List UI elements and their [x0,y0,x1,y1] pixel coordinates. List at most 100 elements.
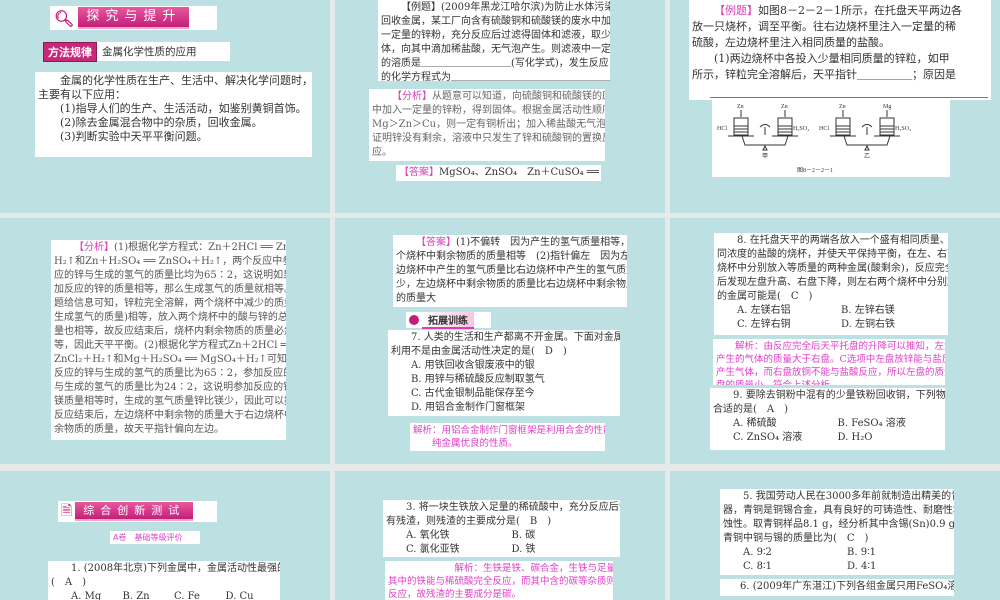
text-line: 解析：用铝合金制作门窗框架是利用合金的性能比 [413,425,605,436]
text-line: 解析：由反应完全后天平托盘的升降可以推知，左盘 [735,341,945,352]
question-9: 9. 要除去铜粉中混有的少量铁粉回收铜，下列物质合适的是( A ) A. 稀硫酸… [710,388,945,450]
text-line: 生成氢气的质量)相等，放入两个烧杯中的酸与锌的总质 [54,312,286,323]
section-banner: 🔍︎ 探究与提升 [50,6,217,30]
analysis-label: 【分析】 [74,242,114,253]
answer-option: B. 左锌右镁 [841,305,895,316]
text-line: B. 用锌与稀硫酸反应制取氢气 [411,374,545,385]
text-line: 合适的是( A ) [713,404,789,415]
text-line: 9. 要除去铜粉中混有的少量铁粉回收铜，下列物质 [733,390,945,401]
text-line: 有残渣，则残渣的主要成分是( B ) [386,516,552,527]
text-line: 反应结束后，左边烧杯中剩余物的质量大于右边烧杯中剩 [54,410,286,421]
answer-lines: 个烧杯中剩余物质的质量相等 (2)指针偏左 因为左 边烧杯中产生的氢气质量比右边烧… [396,250,627,306]
slide-1[interactable]: 🔍︎ 探究与提升 方法规律 金属化学性质的应用 金属的化学性质在生产、生活中、解… [0,0,330,213]
analysis-box: 【分析】(1)根据化学方程式：Zn＋2HCl ══ ZnCl₂＋ H₂↑和Zn＋… [51,240,286,440]
balance-label: 乙 [864,153,870,160]
slide-4[interactable]: 【分析】(1)根据化学方程式：Zn＋2HCl ══ ZnCl₂＋ H₂↑和Zn＋… [0,218,330,464]
text-line: 烧杯中分别放入等质量的两种金属(酸剩余)，反应完全 [717,263,948,274]
text-line: 3. 将一块生铁放入足量的稀硫酸中，充分反应后留 [406,502,620,513]
text-line: (2)除去金属混合物中的杂质，回收金属。 [60,116,263,129]
text-line: 体，向其中滴加稀盐酸，无气泡产生。则滤液中一定含有 [381,44,610,55]
slide-3[interactable]: 【例题】如图8－2－2－1所示，在托盘天平两边各 放一只烧杯，调至平衡。往右边烧… [670,0,1000,213]
method-tag-row: 方法规律 金属化学性质的应用 [43,41,230,62]
answer-option: A. 稀硫酸 [733,418,777,429]
text-line: 主要有以下应用： [38,88,126,101]
text-line: 的金属可能是( C ) [717,291,813,302]
answer-label: 【答案】 [416,237,456,248]
text-line: 蚀性。取青铜样品8.1 g，经分析其中含锡(Sn)0.9 g，此 [723,519,954,530]
answer-option: D. 铁 [511,544,536,555]
text-line: 同浓度的盐酸的烧杯，并使天平保持平衡，在左、右两个 [717,249,948,260]
text-line: 证明锌没有剩余，溶液中只发生了锌和硫酸铜的置换反 [372,133,605,144]
question-5: 5. 我国劳动人民在3000多年前就制造出精美的青铜 器，青铜是铜锡合金，具有良好… [720,489,954,575]
figure-caption: 图8－2－2－1 [797,167,833,174]
text-line: 其中的铁能与稀硫酸完全反应，而其中含的碳等杂质则不参加 [388,576,613,587]
acid-label: HCl [717,126,727,132]
metal-label: Zn [781,104,788,110]
text-line: 与生成的氢气的质量比为24∶2，这说明参加反应的锌和 [54,382,286,393]
text-line: 应。 [372,147,392,158]
slide-6[interactable]: 8. 在托盘天平的两端各放入一个盛有相同质量、相同浓度的盐酸的烧杯，并使天平保持… [670,218,1000,464]
level-label: A卷 基础等级评价 [110,531,200,544]
text-line: 青铜中铜与锡的质量比为( C ) [723,533,869,544]
acid-label: H₂SO₄ [793,126,809,132]
slide-5[interactable]: 【答案】(1)不偏转 因为产生的氢气质量相等，两 个烧杯中剩余物质的质量相等 (… [335,218,665,464]
text-line: 放一只烧杯，调至平衡。往右边烧杯里注入一定量的稀 [692,20,956,33]
answer-option: D. 左铜右铁 [841,319,896,330]
slide-9[interactable]: 5. 我国劳动人民在3000多年前就制造出精美的青铜 器，青铜是铜锡合金，具有良好… [670,471,1000,600]
answer-option: C. Fe [174,591,200,600]
text-line: 中加入一定量的锌粉，得到固体。根据金属活动性顺序 [372,105,605,116]
analysis-label: 【分析】 [392,91,432,102]
answer-label: 【答案】 [399,167,439,178]
answer-option: D. H₂O [837,432,873,443]
banner-title: 综合创新测试 [75,502,194,521]
play-icon [409,315,419,325]
question-7: 7. 人类的生活和生产都离不开金属。下面对金属的 利用不是由金属活动性决定的是( … [388,330,620,416]
text-line: 纯金属优良的性质。 [432,438,518,449]
text-line: 从题意可以知道，向硫酸铜和硫酸镁的废水 [432,91,605,102]
acid-label: H₂SO₄ [895,126,911,132]
metal-label: Zn [737,104,744,110]
text-line: 后发现左盘升高、右盘下降，则左右两个烧杯中分别放入 [717,277,948,288]
question-6: 6. (2009年广东湛江)下列各组金属只用FeSO₄溶 [720,579,954,596]
text-line: 金属的化学性质在生产、生活中、解决化学问题时， [60,74,312,87]
text-line: H₂↑和Zn＋H₂SO₄ ══ ZnSO₄＋H₂↑，两个反应中参加反 [54,256,286,267]
text-line: 解析：生铁是铁、碳合金，生铁与足量的稀硫酸接触， [454,563,614,574]
answer-option: B. 9∶1 [847,547,877,558]
text-line: 应的锌与生成的氢气的质量比均为65∶2，这说明如果参 [54,270,286,281]
text-line: D. 用铝合金制作门窗框架 [411,402,526,413]
text-line: 产生气体，而右盘放铜不能与盐酸反应，所以左盘的质量比右 [716,367,945,378]
balance-diagram-svg: Zn Zn Zn Mg HCl H₂SO₄ HCl H₂SO₄ 甲 乙 图8－2… [717,104,911,174]
text-line: (1)根据化学方程式：Zn＋2HCl ══ ZnCl₂＋ [114,242,286,253]
explanation-box: 解析：用铝合金制作门窗框架是利用合金的性能比 纯金属优良的性质。 [410,423,605,451]
magnifier-icon: 🔍︎ [54,8,75,28]
document-icon: 🗎︎ [61,502,73,519]
text-line: (1)指导人们的生产、生活活动，如鉴别黄铜首饰。 [60,102,307,115]
analysis-box: 【分析】从题意可以知道，向硫酸铜和硫酸镁的废水 中加入一定量的锌粉，得到固体。根… [369,89,605,161]
text-line: 的溶质是＿＿＿＿＿＿＿＿＿(写化学式)，发生反应 [381,58,609,69]
slide-2[interactable]: 【例题】(2009年黑龙江哈尔滨)为防止水体污染并回收金属，某工厂向含有硫酸铜和… [335,0,665,213]
text-line: C. 古代金银制品能保存至今 [411,388,535,399]
answer-option: A. 氧化铁 [406,530,450,541]
slide-7[interactable]: 🗎︎ 综合创新测试 A卷 基础等级评价 1. (2008年北京)下列金属中，金属… [0,471,330,600]
text-line: 8. 在托盘天平的两端各放入一个盛有相同质量、相 [737,235,948,246]
text-line: (3)判断实验中天平平衡问题。 [60,130,208,143]
text-line: 题给信息可知，锌粒完全溶解，两个烧杯中减少的质量(即 [54,298,286,309]
balance-diagram: Zn Zn Zn Mg HCl H₂SO₄ HCl H₂SO₄ 甲 乙 图8－2… [712,100,950,177]
text-line: Mg＞Zn＞Cu，则一定有铜析出；加入稀盐酸无气泡产生， [372,119,605,130]
text-line: 5. 我国劳动人民在3000多年前就制造出精美的青铜 [743,491,954,502]
text-line: 边烧杯中产生的氢气质量比右边烧杯中产生的氢气质量 [396,265,627,276]
text-line: 盘的质量小，符合上述分析。 [716,379,942,385]
text-line: 反应的锌与生成的氢气的质量比为65∶2，参加反应的镁 [54,368,286,379]
text-line: 回收金属，某工厂向含有硫酸铜和硫酸镁的废水中加入 [381,16,610,27]
example-label: 【例题】 [714,4,758,17]
intro-text: 金属的化学性质在生产、生活中、解决化学问题时， 主要有以下应用： (1)指导人们的生… [35,72,312,157]
metal-label: Zn [839,104,846,110]
method-title: 金属化学性质的应用 [102,46,197,58]
text-line: 【例题】(2009年黑龙江哈尔滨)为防止水体污染并 [401,2,610,13]
text-line: 镁质量相等时，生成的氢气质量锌比镁少，因此可以推知 [54,396,286,407]
answer-option: D. 4∶1 [847,561,877,572]
answer-option: A. 9∶2 [743,547,772,558]
text-line: 1. (2008年北京)下列金属中，金属活动性最强的是 [71,563,280,574]
text-line: 7. 人类的生活和生产都离不开金属。下面对金属的 [411,332,620,343]
slide-8[interactable]: 3. 将一块生铁放入足量的稀硫酸中，充分反应后留有残渣，则残渣的主要成分是( B… [335,471,665,600]
